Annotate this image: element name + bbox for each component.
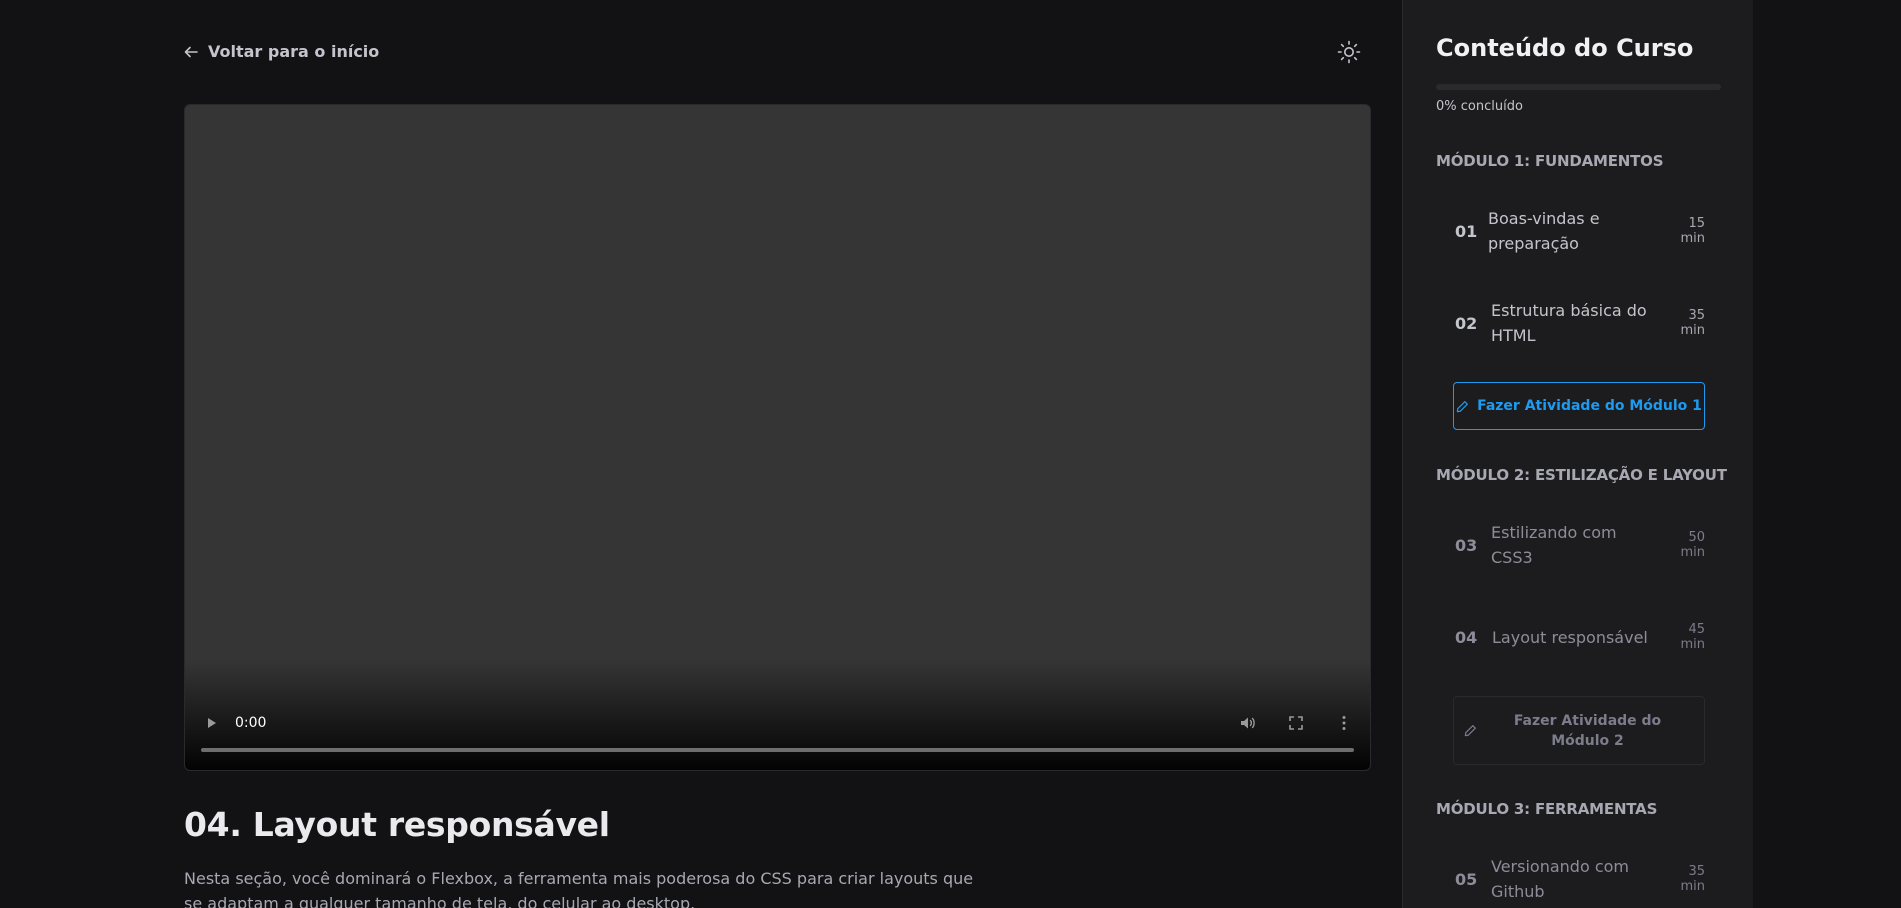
activity-button-label: Fazer Atividade do Módulo 1 bbox=[1477, 398, 1702, 414]
video-controls: 0:00 bbox=[185, 700, 1370, 770]
video-current-time: 0:00 bbox=[235, 715, 267, 731]
arrow-left-icon bbox=[184, 46, 198, 57]
lesson-name: Boas-vindas e preparação bbox=[1488, 209, 1600, 253]
pencil-icon bbox=[1456, 400, 1469, 412]
lesson-description: Nesta seção, você dominará o Flexbox, a … bbox=[184, 869, 974, 908]
lesson-duration: 35 min bbox=[1680, 864, 1705, 894]
module-1-activity-button[interactable]: Fazer Atividade do Módulo 1 bbox=[1453, 382, 1705, 430]
module-2-activity-button[interactable]: Fazer Atividade do Módulo 2 bbox=[1453, 696, 1705, 765]
lesson-duration: 35 min bbox=[1680, 308, 1705, 338]
activity-button-label: Fazer Atividade do Módulo 2 bbox=[1513, 712, 1662, 749]
video-player[interactable]: 0:00 bbox=[184, 104, 1371, 771]
play-icon bbox=[208, 718, 216, 728]
lesson-name: Estilizando com CSS3 bbox=[1491, 523, 1617, 567]
lesson-name: Versionando com Github bbox=[1491, 857, 1629, 901]
more-vertical-icon bbox=[1342, 716, 1346, 730]
lesson-number: 05 bbox=[1455, 869, 1478, 889]
fullscreen-icon bbox=[1289, 716, 1303, 730]
lesson-item-03[interactable]: 03 Estilizando com CSS3 50 min bbox=[1436, 511, 1721, 579]
lesson-number: 03 bbox=[1455, 535, 1478, 555]
course-progress-text: 0% concluído bbox=[1436, 99, 1523, 114]
lesson-item-02[interactable]: 02 Estrutura básica do HTML 35 min bbox=[1436, 289, 1721, 357]
lesson-number: 01 bbox=[1455, 221, 1478, 241]
theme-toggle-button[interactable] bbox=[1335, 38, 1363, 66]
lesson-duration: 45 min bbox=[1680, 622, 1705, 652]
lesson-name: Layout responsável bbox=[1492, 627, 1648, 647]
main-content: Voltar para o início 0:00 04. Layout res… bbox=[184, 0, 1371, 908]
volume-button[interactable] bbox=[1238, 713, 1258, 733]
module-1-title: MÓDULO 1: FUNDAMENTOS bbox=[1436, 152, 1664, 170]
lesson-item-04[interactable]: 04 Layout responsável 45 min bbox=[1436, 603, 1721, 671]
volume-icon bbox=[1241, 717, 1255, 729]
sun-icon bbox=[1337, 40, 1361, 64]
more-options-button[interactable] bbox=[1334, 713, 1354, 733]
lesson-number: 02 bbox=[1455, 313, 1478, 333]
lesson-item-05[interactable]: 05 Versionando com Github 35 min bbox=[1436, 845, 1721, 908]
top-bar: Voltar para o início bbox=[184, 38, 1371, 66]
play-button[interactable] bbox=[201, 713, 221, 733]
sidebar-title: Conteúdo do Curso bbox=[1436, 34, 1694, 62]
lesson-duration: 15 min bbox=[1680, 216, 1705, 246]
video-progress-track[interactable] bbox=[201, 748, 1354, 752]
lesson-title: 04. Layout responsável bbox=[184, 805, 610, 844]
pencil-icon bbox=[1464, 725, 1476, 737]
lesson-item-01[interactable]: 01 Boas-vindas e preparação 15 min bbox=[1436, 197, 1721, 265]
module-2-title: MÓDULO 2: ESTILIZAÇÃO E LAYOUT bbox=[1436, 466, 1727, 484]
course-sidebar: Conteúdo do Curso 0% concluído MÓDULO 1:… bbox=[1402, 0, 1753, 908]
lesson-name: Estrutura básica do HTML bbox=[1491, 301, 1647, 345]
lesson-duration: 50 min bbox=[1680, 530, 1705, 560]
course-player-page: Voltar para o início 0:00 04. Layout res… bbox=[0, 0, 1901, 908]
course-progress-bar bbox=[1436, 84, 1721, 90]
back-to-home-link[interactable]: Voltar para o início bbox=[184, 42, 379, 61]
lesson-number: 04 bbox=[1455, 627, 1478, 647]
fullscreen-button[interactable] bbox=[1286, 713, 1306, 733]
back-link-label: Voltar para o início bbox=[208, 42, 380, 61]
module-3-title: MÓDULO 3: FERRAMENTAS bbox=[1436, 800, 1658, 818]
